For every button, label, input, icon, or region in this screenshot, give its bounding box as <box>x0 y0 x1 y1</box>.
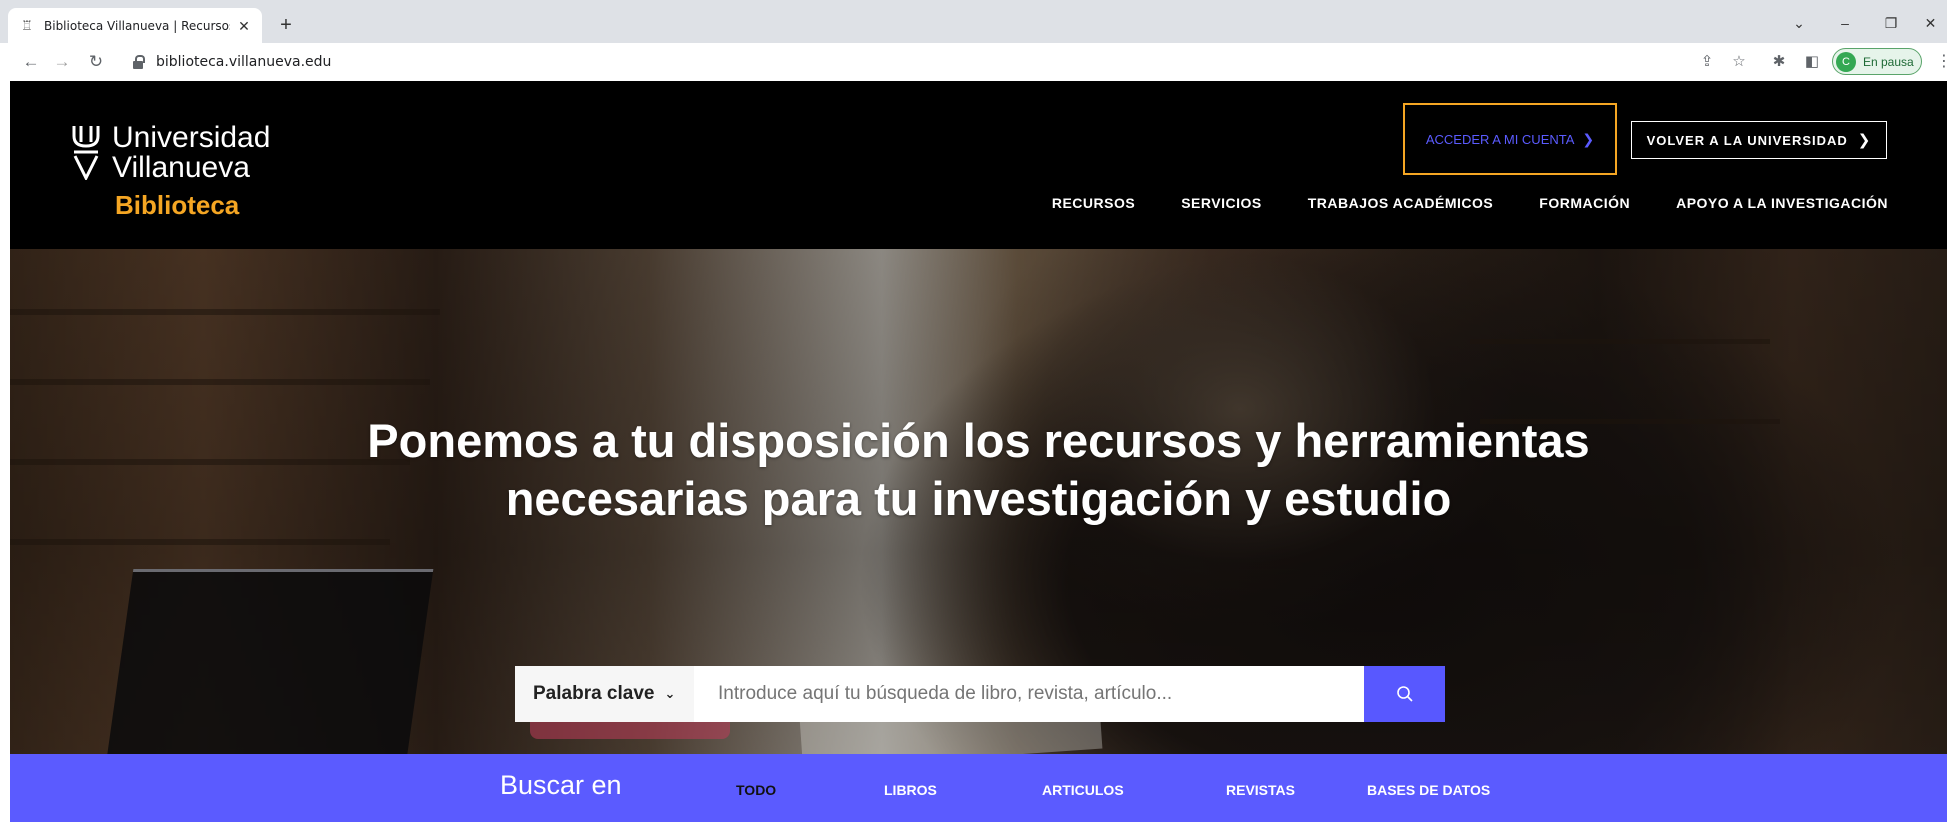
back-to-university-label: VOLVER A LA UNIVERSIDAD <box>1646 132 1848 148</box>
site-logo[interactable]: Universidad Villanueva Biblioteca <box>72 122 332 222</box>
nav-item-recursos[interactable]: RECURSOS <box>1052 195 1135 211</box>
tab-strip: ♖ Biblioteca Villanueva | Recursos y ✕ +… <box>0 8 1947 43</box>
tab-title: Biblioteca Villanueva | Recursos y <box>44 18 230 33</box>
tab-search-icon[interactable]: ⌄ <box>1777 8 1821 40</box>
address-bar[interactable]: biblioteca.villanueva.edu <box>124 48 1684 76</box>
browser-toolbar: ← → ↻ biblioteca.villanueva.edu ⇪ ☆ ✱ ◧ … <box>0 43 1947 81</box>
profile-button[interactable]: C En pausa <box>1832 48 1922 75</box>
search-button[interactable] <box>1364 666 1445 722</box>
account-login-button[interactable]: ACCEDER A MI CUENTA ❯ <box>1403 103 1617 175</box>
close-icon[interactable]: ✕ <box>236 18 252 34</box>
tab-revistas[interactable]: REVISTAS <box>1226 782 1295 798</box>
url-text: biblioteca.villanueva.edu <box>156 54 332 70</box>
tab-bases-de-datos[interactable]: BASES DE DATOS <box>1367 782 1490 798</box>
hero-title: Ponemos a tu disposición los recursos y … <box>10 412 1947 528</box>
search-scope-bar: Buscar en TODO LIBROS ARTICULOS REVISTAS… <box>10 754 1947 822</box>
chevron-right-icon: ❯ <box>1582 130 1595 147</box>
side-panel-icon[interactable]: ◧ <box>1801 51 1823 73</box>
search-type-value: Palabra clave <box>533 683 655 704</box>
hero-title-line-1: Ponemos a tu disposición los recursos y … <box>367 414 1590 467</box>
chevron-down-icon: ⌄ <box>664 686 676 701</box>
browser-tab[interactable]: ♖ Biblioteca Villanueva | Recursos y ✕ <box>8 8 262 43</box>
tab-articulos[interactable]: ARTICULOS <box>1042 782 1124 798</box>
nav-item-formacion[interactable]: FORMACIÓN <box>1539 195 1630 211</box>
search-scope-label: Buscar en <box>500 770 622 800</box>
profile-status: En pausa <box>1863 54 1914 69</box>
library-favicon-icon: ♖ <box>21 17 33 33</box>
account-login-label: ACCEDER A MI CUENTA <box>1425 131 1575 147</box>
close-window-button[interactable]: ✕ <box>1914 8 1947 40</box>
search-type-select[interactable]: Palabra clave ⌄ <box>515 666 694 722</box>
share-icon[interactable]: ⇪ <box>1696 51 1718 73</box>
hero-title-line-2: necesarias para tu investigación y estud… <box>505 472 1452 525</box>
nav-item-apoyo-investigacion[interactable]: APOYO A LA INVESTIGACIÓN <box>1676 195 1888 211</box>
new-tab-button[interactable]: + <box>274 13 298 37</box>
site-header: Universidad Villanueva Biblioteca ACCEDE… <box>10 81 1947 249</box>
search-icon <box>1396 686 1413 702</box>
chevron-right-icon: ❯ <box>1857 132 1872 149</box>
tab-libros[interactable]: LIBROS <box>884 782 937 798</box>
back-to-university-button[interactable]: VOLVER A LA UNIVERSIDAD ❯ <box>1631 121 1887 159</box>
avatar: C <box>1836 51 1856 72</box>
logo-text-biblioteca: Biblioteca <box>115 190 240 220</box>
main-navigation: RECURSOS SERVICIOS TRABAJOS ACADÉMICOS F… <box>1052 195 1888 211</box>
search-input[interactable] <box>694 666 1364 722</box>
back-arrow-icon[interactable]: ← <box>18 49 44 75</box>
web-page: Universidad Villanueva Biblioteca ACCEDE… <box>10 81 1947 822</box>
browser-chrome: ♖ Biblioteca Villanueva | Recursos y ✕ +… <box>0 0 1947 81</box>
forward-arrow-icon[interactable]: → <box>49 49 75 75</box>
logo-text-universidad: Universidad <box>112 121 271 154</box>
minimize-button[interactable]: – <box>1823 8 1867 40</box>
extensions-puzzle-icon[interactable]: ✱ <box>1768 51 1790 73</box>
tab-todo[interactable]: TODO <box>736 782 776 798</box>
nav-item-servicios[interactable]: SERVICIOS <box>1181 195 1262 211</box>
nav-item-trabajos-academicos[interactable]: TRABAJOS ACADÉMICOS <box>1308 195 1494 211</box>
menu-kebab-icon[interactable]: ⋮ <box>1936 51 1947 73</box>
reload-icon[interactable]: ↻ <box>83 49 109 75</box>
university-logo-icon <box>72 126 100 180</box>
catalog-search-bar: Palabra clave ⌄ <box>515 666 1445 722</box>
lock-icon[interactable] <box>132 55 146 69</box>
hero-section: Ponemos a tu disposición los recursos y … <box>10 249 1947 754</box>
restore-button[interactable]: ❐ <box>1869 8 1913 40</box>
bookmark-star-icon[interactable]: ☆ <box>1728 51 1750 73</box>
logo-text-villanueva: Villanueva <box>112 151 250 184</box>
